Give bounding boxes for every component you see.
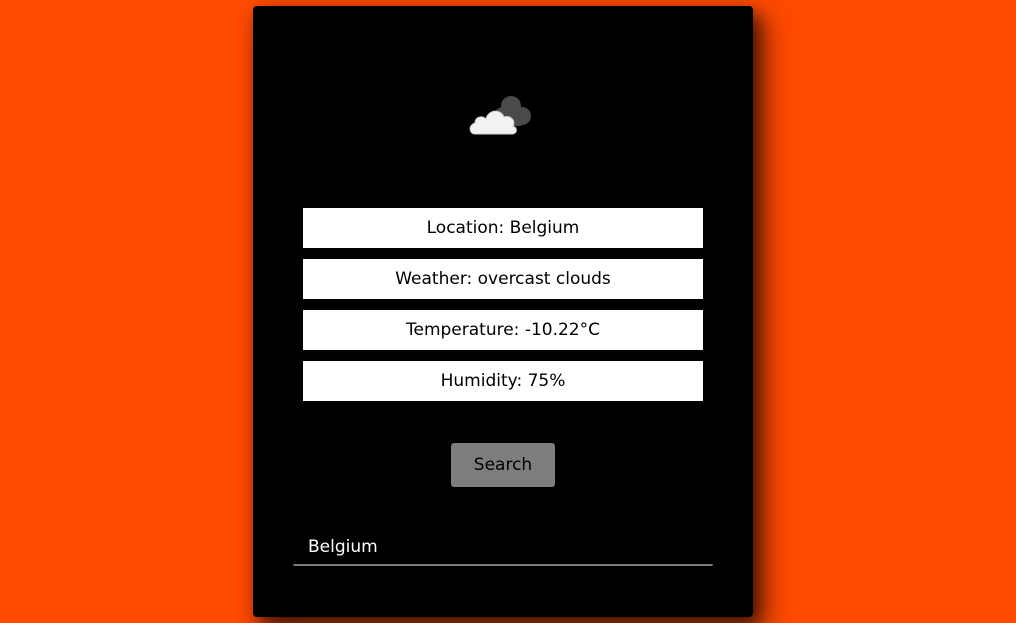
app-page: Location: Belgium Weather: overcast clou… (0, 0, 1016, 623)
search-button[interactable]: Search (451, 443, 555, 487)
weather-card: Location: Belgium Weather: overcast clou… (253, 6, 753, 617)
weather-description-display: Weather: overcast clouds (303, 259, 703, 299)
temperature-display: Temperature: -10.22°C (303, 310, 703, 350)
humidity-display: Humidity: 75% (303, 361, 703, 401)
location-display: Location: Belgium (303, 208, 703, 248)
location-search-input[interactable] (293, 530, 713, 566)
cloud-icon (469, 96, 531, 135)
